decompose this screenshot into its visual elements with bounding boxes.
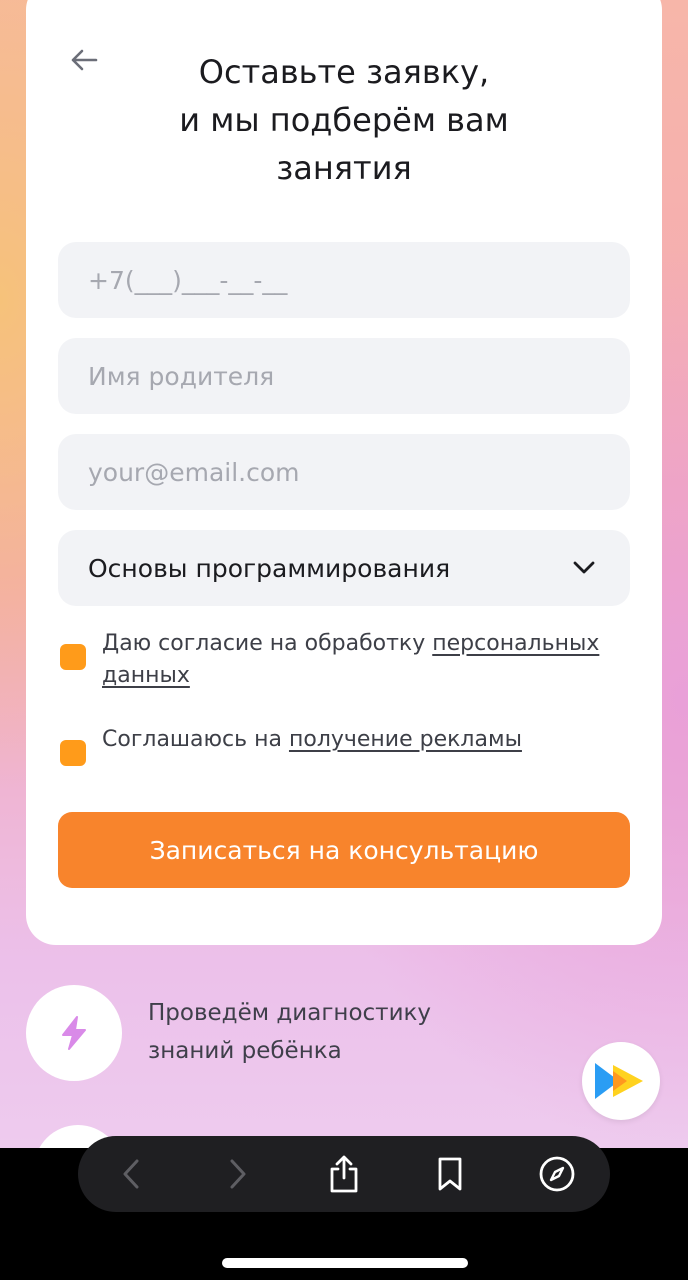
consent-ads-row: Соглашаюсь на получение рекламы — [60, 724, 630, 766]
browser-toolbar — [78, 1136, 610, 1212]
consent-personal-checkbox[interactable] — [60, 644, 86, 670]
browser-back-button[interactable] — [101, 1144, 161, 1204]
play-logo-button[interactable] — [582, 1042, 660, 1120]
parent-name-field[interactable]: Имя родителя — [58, 338, 630, 414]
submit-button[interactable]: Записаться на консультацию — [58, 812, 630, 888]
course-select-value: Основы программирования — [88, 553, 451, 583]
consent-personal-label: Даю согласие на обработку — [102, 631, 433, 656]
consent-ads-checkbox[interactable] — [60, 740, 86, 766]
consent-personal-text: Даю согласие на обработку персональных д… — [102, 628, 630, 692]
phone-field[interactable]: +7(___)___-__-__ — [58, 242, 630, 318]
consent-personal-row: Даю согласие на обработку персональных д… — [60, 628, 630, 692]
bookmarks-icon — [438, 1157, 462, 1191]
feature-text: Проведём диагностику знаний ребёнка — [148, 994, 431, 1070]
chevron-down-icon — [573, 561, 595, 574]
parent-name-placeholder: Имя родителя — [88, 361, 275, 391]
home-indicator — [222, 1258, 468, 1268]
browser-bookmarks-button[interactable] — [420, 1144, 480, 1204]
feature-icon-circle — [26, 985, 122, 1081]
consent-ads-text: Соглашаюсь на получение рекламы — [102, 724, 630, 756]
share-icon — [330, 1155, 358, 1193]
phone-placeholder: +7(___)___-__-__ — [88, 265, 288, 295]
browser-tabs-button[interactable] — [527, 1144, 587, 1204]
feature-line-1: Проведём диагностику — [148, 1000, 432, 1026]
consent-ads-label: Соглашаюсь на — [102, 727, 289, 752]
ads-link[interactable]: получение рекламы — [289, 727, 522, 752]
form-title: Оставьте заявку, и мы подберём вам занят… — [26, 48, 662, 192]
browser-forward-button[interactable] — [208, 1144, 268, 1204]
feature-line-2: знаний ребёнка — [148, 1038, 342, 1064]
course-select[interactable]: Основы программирования — [58, 530, 630, 606]
email-field[interactable]: your@email.com — [58, 434, 630, 510]
compass-icon — [539, 1156, 575, 1192]
title-line-3: занятия — [276, 149, 412, 187]
form-card: Оставьте заявку, и мы подберём вам занят… — [26, 0, 662, 945]
play-logo-icon — [595, 1063, 643, 1099]
forward-icon — [230, 1159, 246, 1189]
lightning-icon — [62, 1016, 86, 1050]
back-icon — [123, 1159, 139, 1189]
email-placeholder: your@email.com — [88, 457, 300, 487]
browser-share-button[interactable] — [314, 1144, 374, 1204]
title-line-1: Оставьте заявку, — [198, 53, 490, 91]
title-line-2: и мы подберём вам — [179, 101, 509, 139]
